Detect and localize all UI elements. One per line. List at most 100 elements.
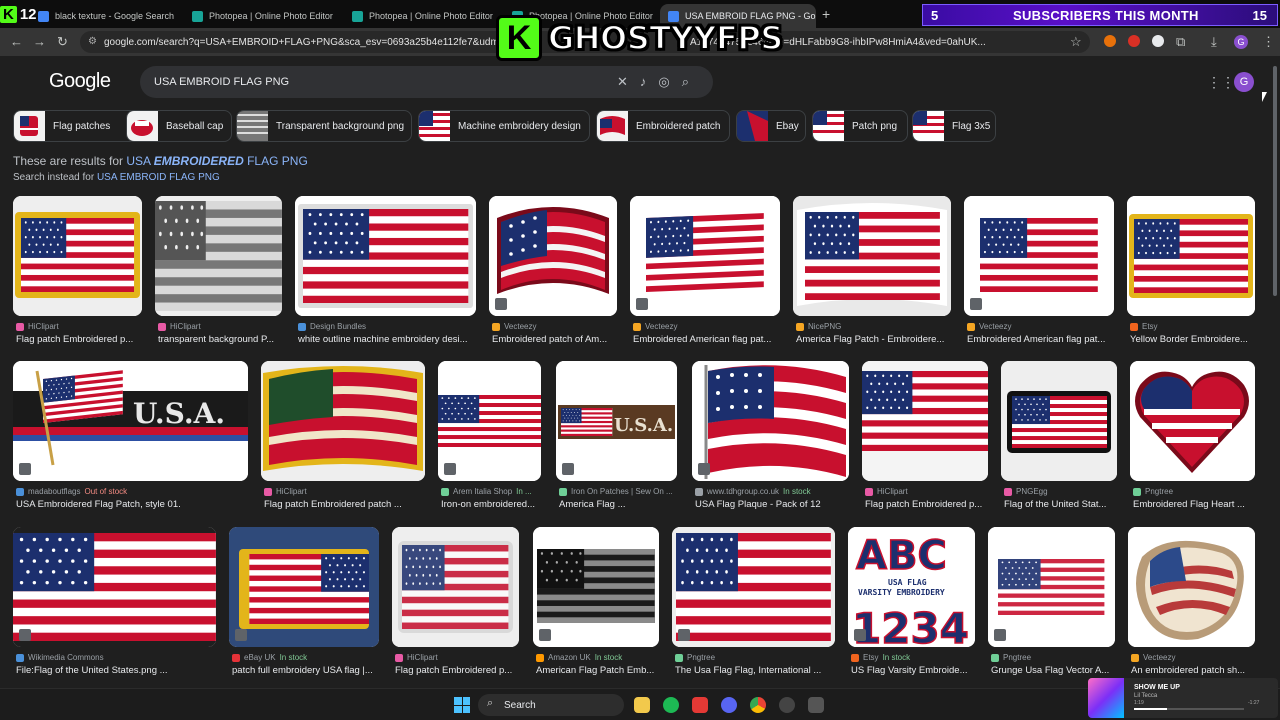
result-title[interactable]: Flag patch Embroidered patch ...: [264, 499, 425, 510]
filter-chip[interactable]: Patch png: [812, 110, 908, 142]
result-title[interactable]: Iron-on embroidered...: [441, 499, 541, 510]
taskbar-search-box[interactable]: ⌕ Search: [478, 694, 624, 716]
result-title[interactable]: Flag patch Embroidered p...: [395, 665, 519, 676]
result-source[interactable]: HiClipart: [158, 322, 201, 331]
image-result[interactable]: HiClipart Flag patch Embroidered patch .…: [261, 361, 425, 511]
search-instead-link[interactable]: USA EMBROID FLAG PNG: [97, 172, 220, 183]
settings-gear-icon[interactable]: [779, 697, 795, 713]
app-icon[interactable]: [808, 697, 824, 713]
browser-tab[interactable]: Photopea | Online Photo Editor ✕: [184, 4, 340, 28]
image-result[interactable]: Vecteezy Embroidered patch of Am...: [489, 196, 617, 346]
image-result[interactable]: HiClipart transparent background P...: [155, 196, 282, 346]
result-source[interactable]: Wikimedia Commons: [16, 653, 104, 662]
result-source[interactable]: HiClipart: [865, 487, 908, 496]
result-title[interactable]: USA Embroidered Flag Patch, style 01.: [16, 499, 248, 510]
image-result[interactable]: Amazon UK In stock American Flag Patch Em…: [533, 527, 659, 677]
browser-menu-icon[interactable]: ⋮: [1262, 34, 1275, 50]
image-result[interactable]: Pngtree Grunge Usa Flag Vector A...: [988, 527, 1115, 677]
result-source[interactable]: eBay UK In stock: [232, 653, 307, 662]
result-source[interactable]: Vecteezy: [967, 322, 1011, 331]
image-result[interactable]: PNGEgg Flag of the United Stat...: [1001, 361, 1117, 511]
result-title[interactable]: USA Flag Plaque - Pack of 12: [695, 499, 849, 510]
bookmark-star-icon[interactable]: ☆: [1070, 34, 1082, 50]
image-result[interactable]: Pngtree The Usa Flag Flag, International…: [672, 527, 835, 677]
close-tab-icon[interactable]: ✕: [333, 11, 340, 22]
result-title[interactable]: America Flag ...: [559, 499, 677, 510]
result-title[interactable]: Grunge Usa Flag Vector A...: [991, 665, 1115, 676]
result-title[interactable]: Embroidered patch of Am...: [492, 334, 617, 345]
extensions-puzzle-icon[interactable]: ⧉: [1176, 34, 1185, 50]
image-result[interactable]: NicePNG America Flag Patch - Embroidere.…: [793, 196, 951, 346]
result-title[interactable]: The Usa Flag Flag, International ...: [675, 665, 835, 676]
extension-icon[interactable]: [1152, 35, 1164, 47]
image-result[interactable]: HiClipart Flag patch Embroidered p...: [13, 196, 142, 346]
download-icon[interactable]: ⤓: [1211, 34, 1217, 50]
image-result[interactable]: Arem Italia Shop In ... Iron-on embroider…: [438, 361, 541, 511]
image-result[interactable]: ABC USA FLAG VARSITY EMBROIDERY 1234 Ets…: [848, 527, 975, 677]
result-title[interactable]: US Flag Varsity Embroide...: [851, 665, 975, 676]
image-result[interactable]: www.tdhgroup.co.uk In stock USA Flag Plaq…: [692, 361, 849, 511]
reload-icon[interactable]: ↻: [57, 34, 68, 50]
result-source[interactable]: Etsy In stock: [851, 653, 910, 662]
result-source[interactable]: madaboutflags Out of stock: [16, 487, 127, 496]
image-result[interactable]: HiClipart Flag patch Embroidered p...: [862, 361, 988, 511]
image-result[interactable]: U.S.A. madaboutflags Out of stock USA Emb…: [13, 361, 248, 511]
windows-start-icon[interactable]: [454, 697, 470, 713]
lens-icon[interactable]: ◎: [658, 74, 681, 89]
result-source[interactable]: PNGEgg: [1004, 487, 1048, 496]
result-source[interactable]: Vecteezy: [633, 322, 677, 331]
discord-icon[interactable]: [721, 697, 737, 713]
mic-icon[interactable]: ♪: [640, 74, 659, 89]
result-source[interactable]: Arem Italia Shop In ...: [441, 487, 532, 496]
app-icon[interactable]: [692, 697, 708, 713]
google-logo[interactable]: Google: [49, 70, 111, 93]
image-result[interactable]: Etsy Yellow Border Embroidere...: [1127, 196, 1255, 346]
result-title[interactable]: Embroidered American flag pat...: [633, 334, 780, 345]
filter-chip[interactable]: Flag patches: [13, 110, 137, 142]
result-title[interactable]: Yellow Border Embroidere...: [1130, 334, 1255, 345]
new-tab-plus-icon[interactable]: +: [822, 6, 830, 22]
result-title[interactable]: Flag patch Embroidered p...: [16, 334, 142, 345]
file-explorer-icon[interactable]: [634, 697, 650, 713]
result-title[interactable]: transparent background P...: [158, 334, 282, 345]
image-result[interactable]: Vecteezy Embroidered American flag pat..…: [630, 196, 780, 346]
search-input[interactable]: USA EMBROID FLAG PNG ✕♪◎⌕: [140, 66, 713, 98]
profile-avatar[interactable]: G: [1234, 35, 1248, 49]
filter-chip[interactable]: Ebay: [736, 110, 806, 142]
image-result[interactable]: eBay UK In stock patch full embroidery US…: [229, 527, 379, 677]
result-title[interactable]: America Flag Patch - Embroidere...: [796, 334, 951, 345]
result-source[interactable]: HiClipart: [395, 653, 438, 662]
result-title[interactable]: An embroidered patch sh...: [1131, 665, 1255, 676]
result-source[interactable]: Vecteezy: [1131, 653, 1175, 662]
google-account-avatar[interactable]: G: [1234, 72, 1254, 92]
image-result[interactable]: Wikimedia Commons File:Flag of the Unite…: [13, 527, 216, 677]
result-source[interactable]: HiClipart: [16, 322, 59, 331]
image-result[interactable]: HiClipart Flag patch Embroidered p...: [392, 527, 519, 677]
search-icon[interactable]: ⌕: [682, 74, 701, 89]
close-tab-icon[interactable]: ✕: [174, 11, 180, 22]
result-source[interactable]: Design Bundles: [298, 322, 366, 331]
browser-tab[interactable]: Photopea | Online Photo Editor ✕: [344, 4, 500, 28]
image-result[interactable]: Vecteezy An embroidered patch sh...: [1128, 527, 1255, 677]
result-title[interactable]: Embroidered Flag Heart ...: [1133, 499, 1255, 510]
result-source[interactable]: www.tdhgroup.co.uk In stock: [695, 487, 811, 496]
image-result[interactable]: Design Bundles white outline machine emb…: [295, 196, 476, 346]
extension-icon[interactable]: [1128, 35, 1140, 47]
scrollbar-thumb[interactable]: [1273, 66, 1277, 296]
forward-arrow-icon[interactable]: →: [33, 34, 46, 49]
spotify-icon[interactable]: [663, 697, 679, 713]
image-result[interactable]: Vecteezy Embroidered American flag pat..…: [964, 196, 1114, 346]
apps-grid-icon[interactable]: ⋮⋮: [1207, 74, 1235, 91]
filter-chip[interactable]: Embroidered patch: [596, 110, 730, 142]
result-title[interactable]: Flag of the United Stat...: [1004, 499, 1117, 510]
corrected-query-link[interactable]: USA EMBROIDERED FLAG PNG: [126, 154, 307, 168]
chrome-icon[interactable]: [750, 697, 766, 713]
result-source[interactable]: NicePNG: [796, 322, 841, 331]
filter-chip[interactable]: Baseball cap: [126, 110, 232, 142]
result-title[interactable]: white outline machine embroidery desi...: [298, 334, 476, 345]
filter-chip[interactable]: Machine embroidery design: [418, 110, 590, 142]
result-source[interactable]: Iron On Patches | Sew On ...: [559, 487, 673, 496]
now-playing-widget[interactable]: SHOW ME UP Lil Tecca 1:19 -1:27: [1088, 678, 1278, 718]
page-scrollbar[interactable]: [1270, 56, 1280, 688]
result-source[interactable]: Pngtree: [1133, 487, 1173, 496]
